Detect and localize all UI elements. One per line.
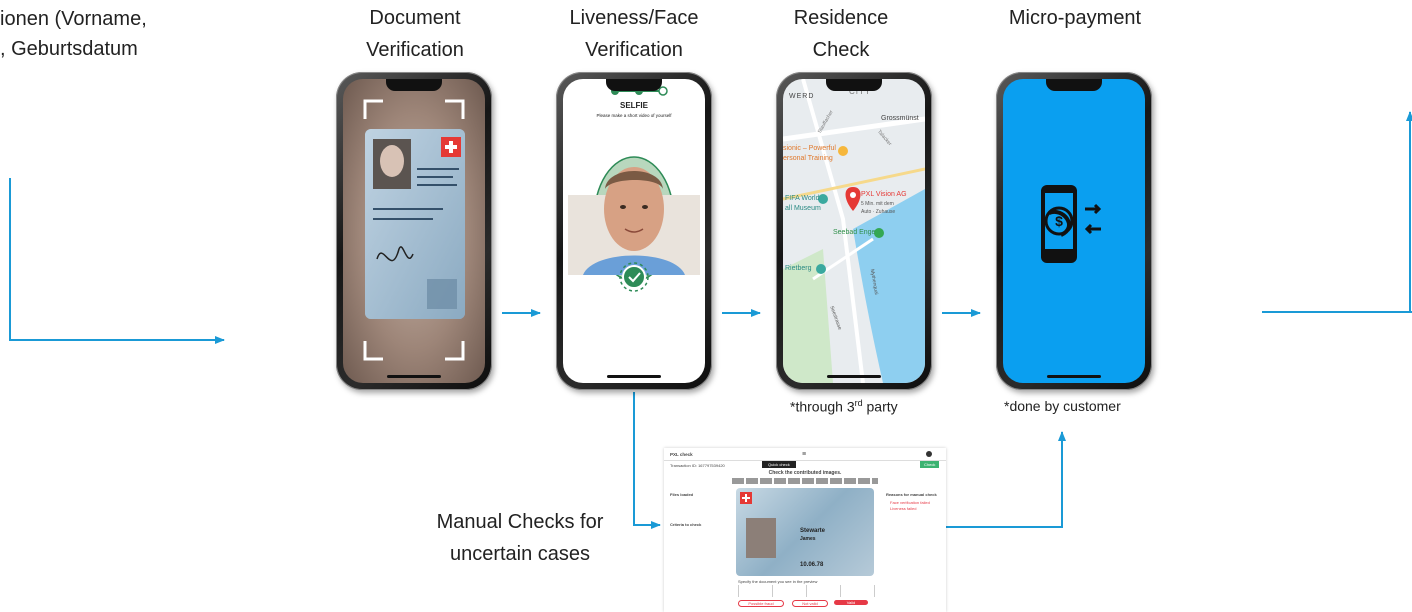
map-label-rietberg: Rietberg bbox=[785, 265, 812, 272]
manual-ui-left-title2: Criteria to check bbox=[670, 522, 702, 527]
manual-ui-not-valid-button[interactable]: Not valid bbox=[792, 600, 828, 607]
map-label-fifa: FIFA World bbox=[785, 195, 820, 202]
manual-ui-valid-button[interactable]: Valid bbox=[834, 600, 868, 605]
map-label-home: Auto · Zuhause bbox=[861, 209, 896, 215]
manual-ui-right-title: Reasons for manual check bbox=[886, 492, 937, 497]
map-pin-icon bbox=[845, 187, 861, 211]
manual-ui-status-chip: Check bbox=[920, 461, 940, 468]
map-label-werd: WERD bbox=[789, 93, 815, 100]
note-customer: *done by customer bbox=[1004, 398, 1121, 414]
arrow-liveness-to-manual bbox=[633, 392, 661, 529]
manual-ui-menu-icon[interactable]: ≡ bbox=[802, 451, 806, 458]
manual-ui-heading: Check the contributed images. bbox=[768, 470, 842, 476]
arrow-manual-to-micropayment bbox=[946, 431, 1066, 528]
map-label-pxl: PXL Vision AG bbox=[861, 191, 907, 198]
manual-ui-thumbnails bbox=[732, 478, 878, 484]
selfie-subtitle: Please make a short video of yourself bbox=[596, 113, 672, 118]
selfie-illustration bbox=[568, 86, 700, 292]
payment-screen: $ bbox=[1003, 79, 1145, 383]
scan-frame bbox=[363, 99, 465, 361]
manual-ui-reason2: Liveness failed bbox=[890, 506, 917, 511]
map-label-seebad: Seebad Enge bbox=[833, 229, 876, 236]
selfie-title: SELFIE bbox=[619, 101, 648, 110]
phone-residence: WERD CITY Grossmünst Stauffacher Talacke… bbox=[776, 72, 932, 390]
manual-ui-avatar[interactable] bbox=[926, 451, 932, 457]
manual-ui-id-card: Stewarte James 10.06.78 bbox=[736, 488, 874, 576]
map-screen: WERD CITY Grossmünst Stauffacher Talacke… bbox=[783, 79, 925, 383]
manual-review-screenshot: PXL check ≡ Transaction ID: 167797539420… bbox=[664, 448, 946, 612]
map-label-minutes: 5 Min. mit dem bbox=[861, 201, 894, 207]
phone-liveness: SELFIE Please make a short video of your… bbox=[556, 72, 712, 390]
manual-ui-question: Specify the document you see in the prev… bbox=[738, 579, 818, 584]
document-scan-screen bbox=[343, 79, 485, 383]
manual-ui-transaction: Transaction ID: 167797539420 bbox=[670, 463, 725, 468]
manual-ui-reason1: Face verification failed bbox=[890, 500, 930, 505]
selfie-screen: SELFIE Please make a short video of your… bbox=[563, 79, 705, 383]
manual-ui-logo: PXL check bbox=[670, 452, 693, 457]
map-label-training: ersonal Training bbox=[783, 155, 833, 162]
manual-ui-left-title: Files loaded bbox=[670, 492, 694, 497]
manual-ui-fraud-button[interactable]: Possible fraud bbox=[738, 600, 784, 607]
manual-ui-id-photo bbox=[746, 518, 776, 558]
payment-phone-icon: $ bbox=[1041, 185, 1102, 263]
note-third-party: *through 3rd party bbox=[790, 398, 898, 415]
map-label-museum: all Museum bbox=[785, 205, 821, 212]
manual-ui-doc-date: 10.06.78 bbox=[800, 562, 824, 568]
check-icon bbox=[622, 265, 646, 289]
svg-text:$: $ bbox=[1055, 213, 1063, 229]
manual-ui-doc-given: James bbox=[800, 536, 816, 542]
manual-ui-options bbox=[738, 585, 878, 597]
phone-document bbox=[336, 72, 492, 390]
phone-micropayment: $ bbox=[996, 72, 1152, 390]
map-label-grossmuenster: Grossmünst bbox=[881, 115, 919, 122]
manual-ui-quick-check[interactable]: Quick check bbox=[762, 461, 796, 468]
map-label-sionic: sionic – Powerful bbox=[783, 145, 836, 152]
manual-ui-doc-name: Stewarte bbox=[800, 528, 826, 534]
manual-checks-label: Manual Checks for uncertain cases bbox=[436, 511, 604, 565]
arrow-intro-to-document bbox=[9, 178, 225, 344]
